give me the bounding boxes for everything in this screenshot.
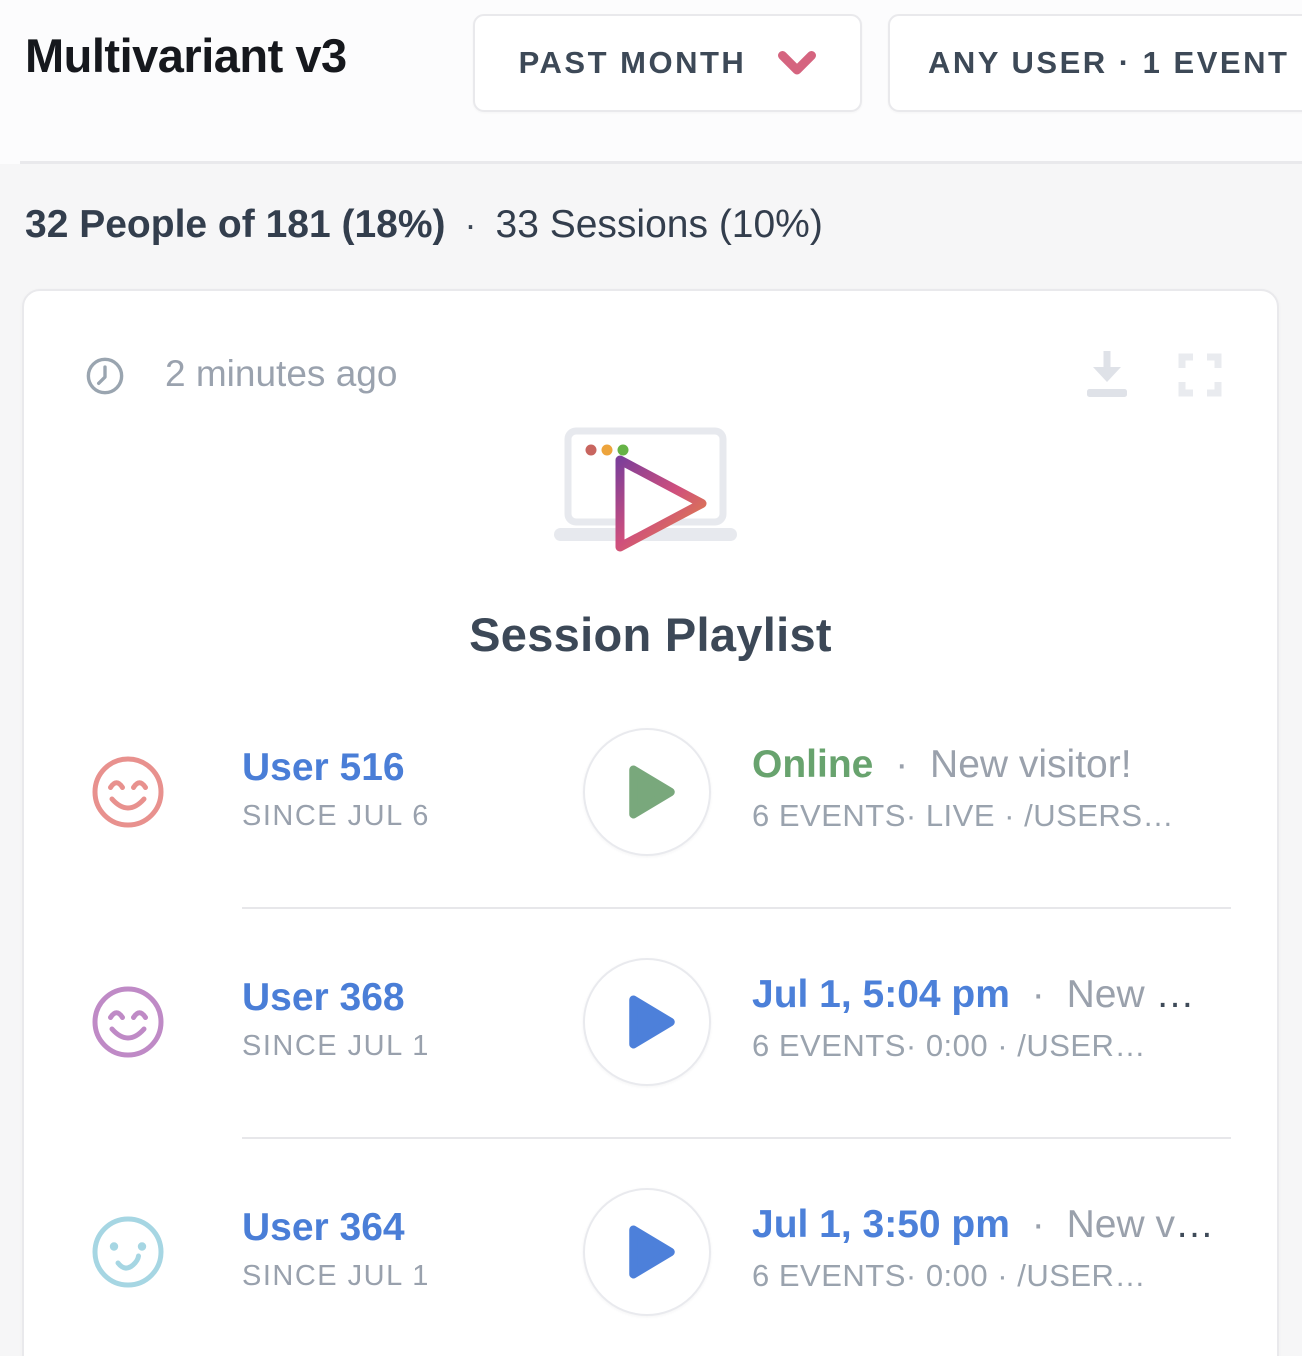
session-row: User 364 SINCE JUL 1 Jul 1, 3:50 pm · Ne…: [24, 1137, 1277, 1356]
user-info: User 368 SINCE JUL 1: [242, 976, 430, 1063]
user-info: User 516 SINCE JUL 6: [242, 746, 430, 833]
fullscreen-button[interactable]: [1176, 351, 1224, 399]
filter-label: ANY USER · 1 EVENT: [928, 45, 1289, 81]
play-icon: [626, 992, 678, 1052]
status-note: New visitor!: [930, 743, 1132, 786]
user-since: SINCE JUL 6: [242, 800, 430, 833]
session-status: Jul 1, 5:04 pm · New … 6 EVENTS· 0:00 · …: [752, 973, 1196, 1064]
date-range-label: PAST MONTH: [519, 45, 747, 81]
dot-separator: ·: [465, 200, 477, 250]
dot-separator: ·: [1032, 1203, 1045, 1246]
chevron-down-icon: [778, 51, 816, 76]
user-info: User 364 SINCE JUL 1: [242, 1206, 430, 1293]
filter-button[interactable]: ANY USER · 1 EVENT: [888, 14, 1302, 112]
play-icon: [626, 762, 678, 822]
session-time-link[interactable]: Online: [752, 743, 873, 786]
playlist-card: 2 minutes ago: [22, 289, 1279, 1356]
user-since: SINCE JUL 1: [242, 1030, 430, 1063]
dot-separator: ·: [895, 743, 908, 786]
happy-face-icon: [90, 754, 166, 830]
avatar: [90, 984, 166, 1060]
card-title: Session Playlist: [24, 607, 1277, 662]
play-button[interactable]: [583, 958, 711, 1086]
session-status: Jul 1, 3:50 pm · New v… 6 EVENTS· 0:00 ·…: [752, 1203, 1216, 1294]
truncation-ellipsis: …: [1175, 1203, 1216, 1246]
status-line: Jul 1, 5:04 pm · New …: [752, 973, 1196, 1017]
people-count: 32 People of 181 (18%): [25, 200, 446, 250]
play-button[interactable]: [583, 1188, 711, 1316]
session-row: User 368 SINCE JUL 1 Jul 1, 5:04 pm · Ne…: [24, 907, 1277, 1137]
session-detail: 6 EVENTS· LIVE · /USERS…: [752, 798, 1174, 834]
session-status: Online · New visitor! 6 EVENTS· LIVE · /…: [752, 743, 1174, 834]
session-detail: 6 EVENTS· 0:00 · /USER…: [752, 1258, 1216, 1294]
user-since: SINCE JUL 1: [242, 1260, 430, 1293]
playlist-rows: User 516 SINCE JUL 6 Online · New visito…: [24, 677, 1277, 1356]
session-time-link[interactable]: Jul 1, 3:50 pm: [752, 1203, 1010, 1246]
session-player-illustration: [552, 427, 757, 555]
wink-face-icon: [90, 1214, 166, 1290]
sessions-count: 33 Sessions (10%): [496, 200, 823, 250]
dot-separator: ·: [1032, 973, 1045, 1016]
status-line: Online · New visitor!: [752, 743, 1174, 787]
updated-timestamp: 2 minutes ago: [165, 353, 397, 395]
status-line: Jul 1, 3:50 pm · New v…: [752, 1203, 1216, 1247]
session-time-link[interactable]: Jul 1, 5:04 pm: [752, 973, 1010, 1016]
status-note: New v: [1067, 1203, 1175, 1246]
download-icon: [1082, 349, 1132, 399]
play-icon: [626, 1222, 678, 1282]
user-link[interactable]: User 368: [242, 976, 430, 1020]
avatar: [90, 1214, 166, 1290]
header: Multivariant v3 PAST MONTH ANY USER · 1 …: [0, 0, 1302, 164]
fullscreen-icon: [1176, 351, 1224, 399]
page-title: Multivariant v3: [25, 27, 347, 85]
play-button[interactable]: [583, 728, 711, 856]
stats-summary: 32 People of 181 (18%) · 33 Sessions (10…: [25, 200, 823, 250]
truncation-ellipsis: …: [1155, 973, 1196, 1016]
status-note: New: [1067, 973, 1156, 1016]
date-range-button[interactable]: PAST MONTH: [473, 14, 862, 112]
happy-face-icon: [90, 984, 166, 1060]
screen: Multivariant v3 PAST MONTH ANY USER · 1 …: [0, 0, 1302, 1356]
user-link[interactable]: User 516: [242, 746, 430, 790]
session-row: User 516 SINCE JUL 6 Online · New visito…: [24, 677, 1277, 907]
avatar: [90, 754, 166, 830]
clock-icon: [85, 356, 125, 396]
session-detail: 6 EVENTS· 0:00 · /USER…: [752, 1028, 1196, 1064]
download-button[interactable]: [1082, 349, 1132, 399]
user-link[interactable]: User 364: [242, 1206, 430, 1250]
